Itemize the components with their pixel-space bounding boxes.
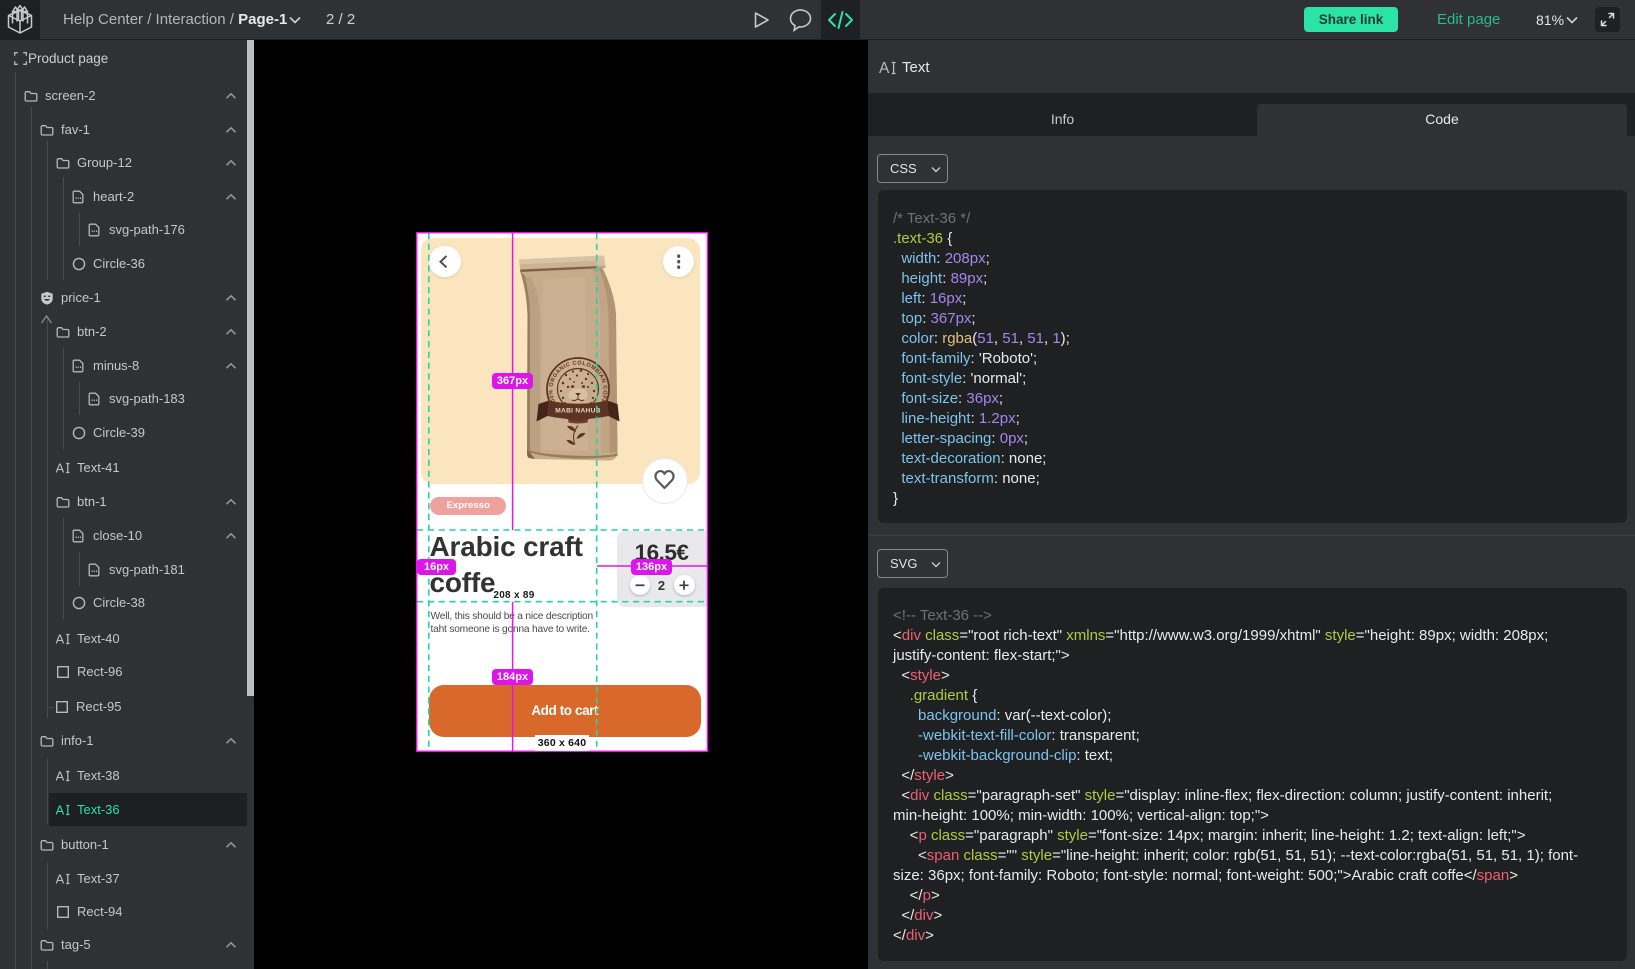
svg-text:A: A <box>56 461 65 475</box>
svg-text:A: A <box>56 769 65 783</box>
svg-text:A: A <box>56 632 65 646</box>
svg-text:A: A <box>56 872 65 886</box>
svg-text:A: A <box>56 803 65 817</box>
svg-text:A: A <box>879 60 890 77</box>
